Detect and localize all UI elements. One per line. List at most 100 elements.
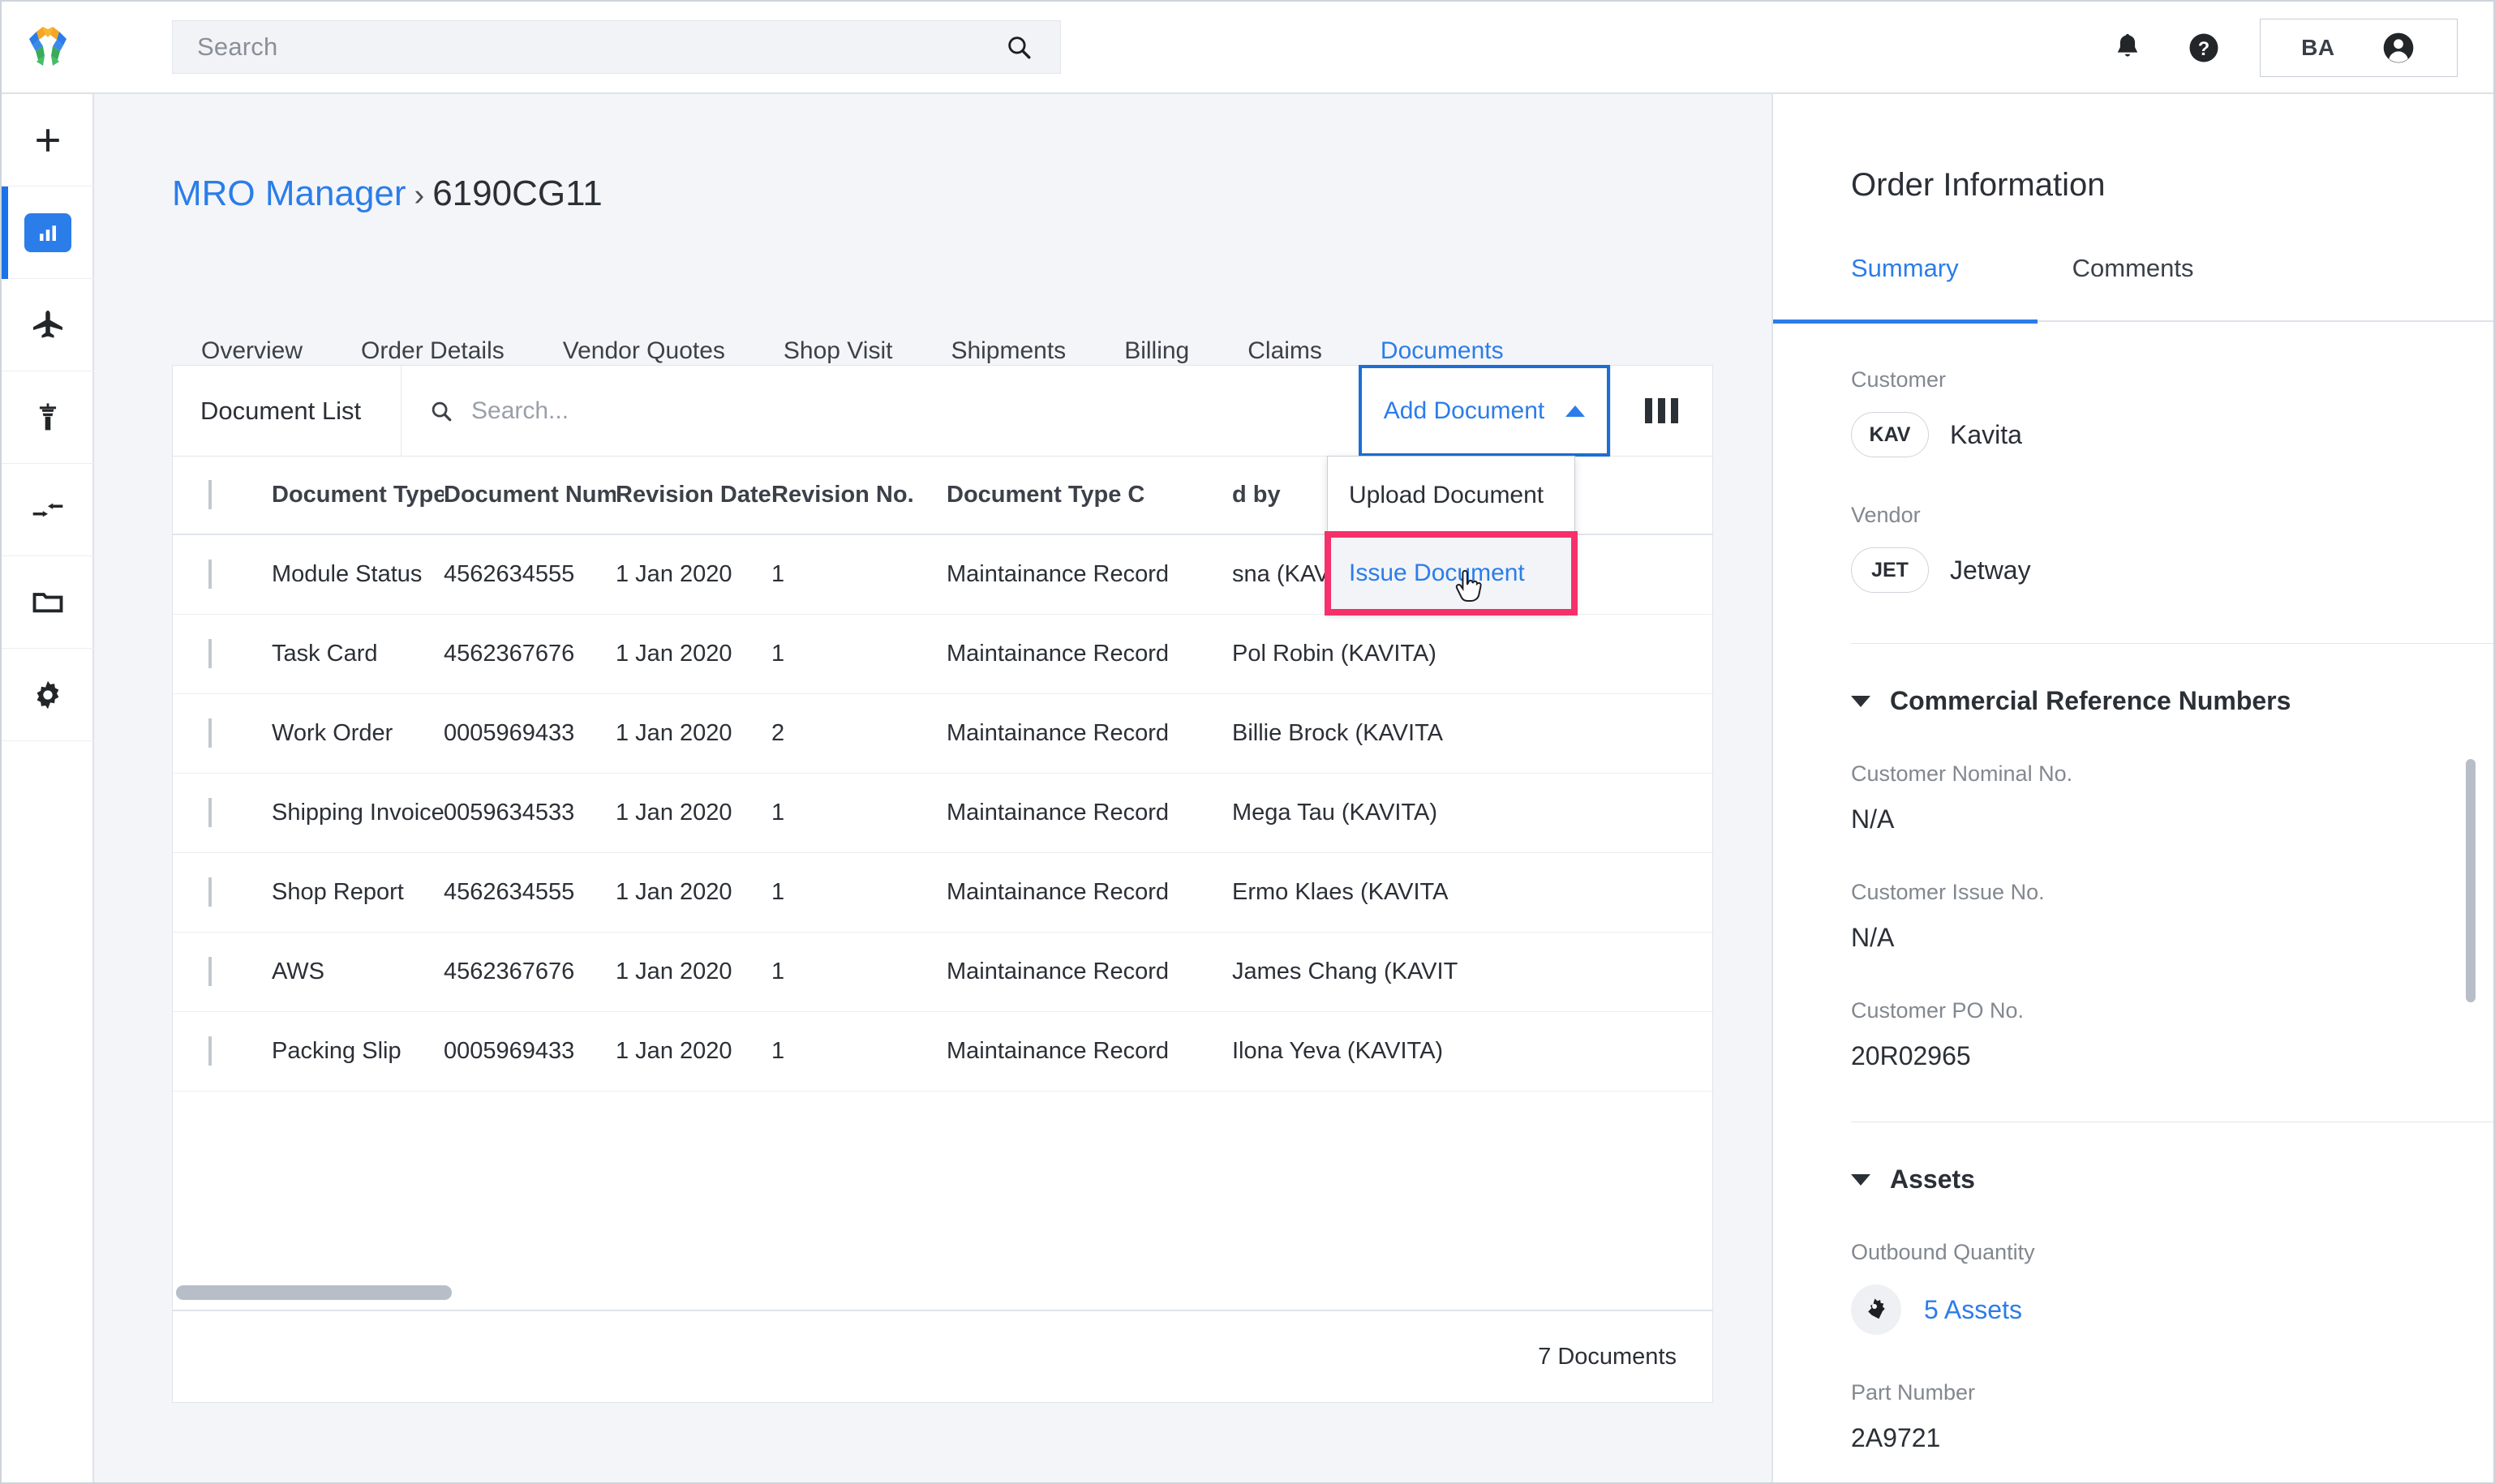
row-checkbox-cell <box>173 773 272 853</box>
table-row[interactable]: Packing Slip 0005969433 1 Jan 2020 1 Mai… <box>173 1011 1712 1092</box>
tab-label: Billing <box>1124 337 1190 364</box>
tab-label: Shipments <box>951 337 1067 364</box>
cell-category: Maintainance Record <box>947 852 1232 933</box>
vendor-row: JET Jetway <box>1851 547 2493 593</box>
row-checkbox-cell <box>173 1011 272 1092</box>
header-document-type[interactable]: Document Type <box>272 457 444 535</box>
notifications-button[interactable] <box>2089 2 2166 94</box>
outbound-quantity-row: 5 Assets <box>1851 1285 2493 1335</box>
cell-revision-date: 1 Jan 2020 <box>616 1011 771 1092</box>
vendor-name: Jetway <box>1950 555 2031 585</box>
help-button[interactable]: ? <box>2166 2 2242 94</box>
select-all-checkbox[interactable] <box>208 480 212 509</box>
add-document-button[interactable]: Add Document <box>1359 365 1610 457</box>
row-checkbox[interactable] <box>208 1036 212 1066</box>
tab-summary[interactable]: Summary <box>1773 254 2038 324</box>
menu-item-label: Issue Document <box>1349 560 1525 586</box>
customer-name: Kavita <box>1950 419 2022 449</box>
row-checkbox[interactable] <box>208 877 212 907</box>
customer-label: Customer <box>1851 367 1947 392</box>
row-checkbox[interactable] <box>208 559 212 589</box>
document-list-footer: 7 Documents <box>173 1310 1712 1402</box>
svg-text:?: ? <box>2198 39 2209 60</box>
outbound-quantity-label: Outbound Quantity <box>1851 1240 2035 1264</box>
search-icon <box>432 401 452 421</box>
breadcrumb-root-link[interactable]: MRO Manager <box>172 174 406 213</box>
order-information-title: Order Information <box>1851 167 2106 203</box>
row-checkbox[interactable] <box>208 718 212 748</box>
header-revision-date[interactable]: Revision Date <box>616 457 771 535</box>
cell-revision-no: 1 <box>771 932 947 1012</box>
columns-icon <box>1645 398 1678 423</box>
row-checkbox-cell <box>173 534 272 615</box>
sidebar-item-add[interactable] <box>2 94 94 187</box>
commercial-reference-section-header[interactable]: Commercial Reference Numbers <box>1851 686 2493 716</box>
cell-document-type: Work Order <box>272 693 444 774</box>
sidebar-item-transfers[interactable] <box>2 464 94 556</box>
chevron-down-icon <box>1851 695 1870 707</box>
section-label: Assets <box>1890 1164 1975 1194</box>
document-table-body: Module Status 4562634555 1 Jan 2020 1 Ma… <box>173 534 1712 1092</box>
sidebar-item-files[interactable] <box>2 556 94 649</box>
cell-document-number: 4562634555 <box>444 852 616 933</box>
part-number-value: 2A9721 <box>1851 1423 1941 1452</box>
sidebar-item-fleet[interactable] <box>2 279 94 371</box>
assets-count-link[interactable]: 5 Assets <box>1924 1295 2022 1325</box>
table-row[interactable]: Shipping Invoice 0059634533 1 Jan 2020 1… <box>173 773 1712 853</box>
top-bar-actions: ? BA <box>2089 2 2458 94</box>
cell-spacer <box>1524 693 1712 774</box>
order-information-panel: Order Information Summary Comments Custo… <box>1771 94 2493 1482</box>
cell-uploaded-by: Billie Brock (KAVITA <box>1232 693 1524 774</box>
breadcrumb-separator: › <box>414 178 425 212</box>
customer-row: KAV Kavita <box>1851 412 2493 457</box>
header-revision-no[interactable]: Revision No. <box>771 457 947 535</box>
header-document-number[interactable]: Document Number <box>444 457 616 535</box>
customer-issue-no-value: N/A <box>1851 923 1895 952</box>
document-list-title: Document List <box>173 366 402 456</box>
row-checkbox-cell <box>173 932 272 1012</box>
tab-comments[interactable]: Comments <box>2033 254 2233 322</box>
transfer-arrows-icon <box>32 503 63 517</box>
document-search-placeholder: Search... <box>471 397 569 424</box>
application-window: Search ? BA MRO Manager › 6190CG11 Overv… <box>0 0 2495 1484</box>
global-search-input[interactable]: Search <box>172 20 1061 74</box>
menu-item-upload-document[interactable]: Upload Document <box>1328 457 1574 534</box>
customer-nominal-no-label: Customer Nominal No. <box>1851 761 2073 786</box>
menu-item-label: Upload Document <box>1349 482 1544 508</box>
row-checkbox[interactable] <box>208 638 212 668</box>
table-row[interactable]: Task Card 4562367676 1 Jan 2020 1 Mainta… <box>173 614 1712 694</box>
cell-revision-no: 1 <box>771 1011 947 1092</box>
user-menu-button[interactable]: BA <box>2260 19 2458 77</box>
bell-icon <box>2117 33 2138 57</box>
cell-category: Maintainance Record <box>947 534 1232 615</box>
cell-revision-date: 1 Jan 2020 <box>616 534 771 615</box>
tab-label: Order Details <box>361 337 505 364</box>
table-row[interactable]: Work Order 0005969433 1 Jan 2020 2 Maint… <box>173 693 1712 774</box>
header-document-type-category[interactable]: Document Type C <box>947 457 1232 535</box>
row-checkbox[interactable] <box>208 956 212 986</box>
sidebar-item-dashboard[interactable] <box>2 187 94 279</box>
customer-chip: KAV <box>1851 412 1929 457</box>
table-row[interactable]: Shop Report 4562634555 1 Jan 2020 1 Main… <box>173 852 1712 933</box>
assets-section-header[interactable]: Assets <box>1851 1164 2493 1194</box>
menu-item-issue-document[interactable]: Issue Document <box>1325 531 1578 615</box>
cell-document-type: Task Card <box>272 614 444 694</box>
row-checkbox-cell <box>173 614 272 694</box>
company-logo-icon <box>29 27 67 66</box>
row-checkbox[interactable] <box>208 797 212 827</box>
page-title: 6190CG11 <box>432 174 603 213</box>
panel-divider <box>1851 643 2493 644</box>
company-logo[interactable] <box>2 2 94 93</box>
tab-label: Summary <box>1851 254 1959 282</box>
order-summary-body: Customer KAV Kavita Vendor JET Jetway Co… <box>1773 367 2493 1482</box>
customer-po-no-value: 20R02965 <box>1851 1041 1971 1070</box>
cell-revision-date: 1 Jan 2020 <box>616 773 771 853</box>
sidebar-item-operations[interactable] <box>2 371 94 464</box>
sidebar-item-settings[interactable] <box>2 649 94 741</box>
table-horizontal-scrollbar[interactable] <box>176 1285 452 1300</box>
dashboard-badge <box>24 212 71 252</box>
panel-vertical-scrollbar[interactable] <box>2466 759 2476 1002</box>
document-search-input[interactable]: Search... <box>402 366 1359 456</box>
column-settings-button[interactable] <box>1610 366 1712 456</box>
table-row[interactable]: AWS 4562367676 1 Jan 2020 1 Maintainance… <box>173 932 1712 1012</box>
